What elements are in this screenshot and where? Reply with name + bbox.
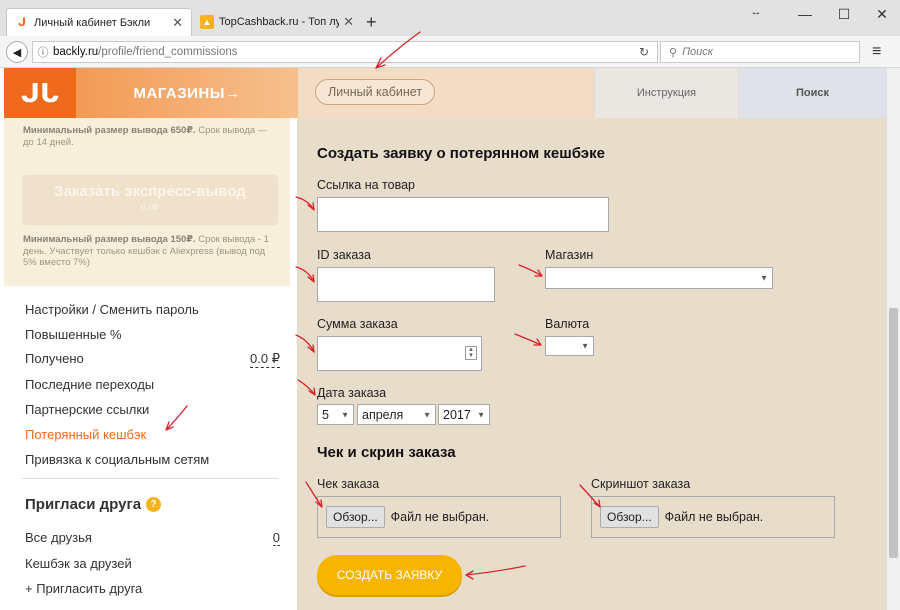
chevron-down-icon: ▼ <box>581 341 589 351</box>
site-search-link[interactable]: Поиск <box>738 68 886 118</box>
back-button[interactable]: ◀ <box>6 41 28 63</box>
close-icon[interactable]: ✕ <box>343 14 354 30</box>
date-year-select[interactable]: 2017 ▼ <box>438 404 490 425</box>
url-path: /profile/friend_commissions <box>98 46 238 58</box>
search-icon: ⚲ <box>669 46 678 59</box>
sidebar-item-boosted[interactable]: Повышенные % <box>25 327 122 342</box>
date-year-value: 2017 <box>443 407 471 422</box>
cabinet-button[interactable]: Личный кабинет <box>315 79 436 105</box>
info-icon[interactable]: ⓘ <box>33 44 53 60</box>
browse-button[interactable]: Обзор... <box>326 506 385 528</box>
chevron-down-icon: ▼ <box>423 410 431 419</box>
sidebar-item-partner-links[interactable]: Партнерские ссылки <box>25 402 149 417</box>
receipt-file-input[interactable]: Обзор... Файл не выбран. <box>317 496 561 538</box>
arrow-left-icon: ◀ <box>12 46 22 59</box>
chevron-down-icon: ▼ <box>477 410 485 419</box>
lost-cashback-form: Создать заявку о потерянном кешбэке Ссыл… <box>297 118 886 610</box>
close-icon[interactable]: ✕ <box>172 15 183 31</box>
min-withdraw-note: Минимальный размер вывода 650₽. Срок выв… <box>23 125 279 148</box>
sidebar-item-recent-clicks[interactable]: Последние переходы <box>25 377 154 392</box>
cabinet-area: Личный кабинет <box>298 68 594 118</box>
order-sum-label: Сумма заказа <box>317 317 398 331</box>
no-file-text: Файл не выбран. <box>664 510 764 524</box>
min-withdraw-bold: Минимальный размер вывода 650₽. <box>23 125 196 136</box>
express-withdraw-amount: 0.0₽ <box>140 202 160 212</box>
resize-icon[interactable]: ↔ <box>746 6 766 18</box>
browser-titlebar: ᒍ Личный кабинет Бэкли ✕ ▲ TopCashback.r… <box>0 0 900 36</box>
order-id-input[interactable] <box>317 267 495 302</box>
tab-topcashback[interactable]: ▲ TopCashback.ru - Топ лу... ✕ <box>192 8 362 36</box>
express-withdraw-button[interactable]: Заказать экспресс-вывод 0.0₽ <box>22 175 278 225</box>
form-title: Создать заявку о потерянном кешбэке <box>317 145 605 162</box>
date-month-value: апреля <box>362 407 404 422</box>
minimize-button[interactable]: — <box>795 6 815 22</box>
instruction-link[interactable]: Инструкция <box>594 68 738 118</box>
sidebar-item-invite-friend[interactable]: + Пригласить друга <box>25 581 142 596</box>
receipt-label: Чек заказа <box>317 477 380 491</box>
site-header: ᒍᒐ МАГАЗИНЫ→ Личный кабинет Инструкция П… <box>4 68 886 118</box>
shop-select[interactable]: ▼ <box>545 267 773 289</box>
sidebar-item-all-friends[interactable]: Все друзья <box>25 530 92 545</box>
currency-select[interactable]: ▼ <box>545 336 594 356</box>
page-scrollbar[interactable] <box>886 68 900 610</box>
url-domain: backly.ru <box>53 46 99 58</box>
sidebar-item-received[interactable]: Получено <box>25 351 84 366</box>
search-placeholder: Поиск <box>682 46 713 58</box>
screenshot-label: Скриншот заказа <box>591 477 691 491</box>
received-value[interactable]: 0.0 ₽ <box>250 351 280 368</box>
chevron-down-icon: ▼ <box>341 410 349 419</box>
sidebar-item-lost-cashback[interactable]: Потерянный кешбэк <box>25 427 146 442</box>
close-window-button[interactable]: ✕ <box>872 6 892 23</box>
create-request-button[interactable]: СОЗДАТЬ ЗАЯВКУ <box>317 555 462 595</box>
min-withdraw-note: Минимальный размер вывода 150₽. Срок выв… <box>23 234 279 269</box>
browse-button[interactable]: Обзор... <box>600 506 659 528</box>
product-link-input[interactable] <box>317 197 609 232</box>
invite-title: Пригласи друга <box>25 496 142 513</box>
date-day-value: 5 <box>322 407 329 422</box>
url-bar[interactable]: ⓘ backly.ru /profile/friend_commissions … <box>32 41 658 63</box>
sidebar-item-friends-cashback[interactable]: Кешбэк за друзей <box>25 556 132 571</box>
chevron-down-icon: ▼ <box>760 273 768 283</box>
reload-icon[interactable]: ↻ <box>639 45 649 59</box>
backly-logo[interactable]: ᒍᒐ <box>4 68 76 118</box>
order-sum-input[interactable]: ▴ ▾ <box>317 336 482 371</box>
shops-link[interactable]: МАГАЗИНЫ→ <box>76 68 298 118</box>
new-tab-button[interactable]: + <box>366 12 377 33</box>
order-date-label: Дата заказа <box>317 386 387 400</box>
help-icon[interactable]: ? <box>146 497 162 512</box>
tab-backly[interactable]: ᒍ Личный кабинет Бэкли ✕ <box>6 8 192 36</box>
all-friends-count[interactable]: 0 <box>272 530 280 546</box>
no-file-text: Файл не выбран. <box>390 510 490 524</box>
tab-title: TopCashback.ru - Топ лу... <box>219 16 340 28</box>
maximize-button[interactable]: ☐ <box>834 6 854 23</box>
shopping-bag-icon: ▲ <box>200 15 214 29</box>
express-withdraw-label: Заказать экспресс-вывод <box>54 183 246 200</box>
sidebar: Минимальный размер вывода 650₽. Срок выв… <box>4 118 290 610</box>
order-id-label: ID заказа <box>317 248 371 262</box>
shop-label: Магазин <box>545 248 594 262</box>
scrollbar-thumb[interactable] <box>889 308 898 558</box>
withdraw-panel: Минимальный размер вывода 650₽. Срок выв… <box>4 118 290 286</box>
hamburger-menu-icon[interactable]: ≡ <box>872 43 881 61</box>
sidebar-item-social-binding[interactable]: Привязка к социальным сетям <box>25 452 209 467</box>
browser-search-input[interactable]: ⚲ Поиск <box>660 41 860 63</box>
stepper-icon[interactable]: ▴ ▾ <box>465 346 477 360</box>
sidebar-item-settings[interactable]: Настройки / Сменить пароль <box>25 302 199 317</box>
invite-friend-heading: Пригласи друга ? <box>25 496 162 513</box>
currency-label: Валюта <box>545 317 590 331</box>
screenshot-file-input[interactable]: Обзор... Файл не выбран. <box>591 496 835 538</box>
date-month-select[interactable]: апреля ▼ <box>357 404 436 425</box>
min-withdraw-bold: Минимальный размер вывода 150₽. <box>23 234 196 245</box>
product-link-label: Ссылка на товар <box>317 178 415 192</box>
backly-favicon-icon: ᒍ <box>17 17 27 29</box>
tab-title: Личный кабинет Бэкли <box>34 16 151 29</box>
browser-navbar: ◀ ⓘ backly.ru /profile/friend_commission… <box>0 36 900 68</box>
date-day-select[interactable]: 5 ▼ <box>317 404 354 425</box>
sidebar-divider <box>22 478 278 479</box>
receipt-section-title: Чек и скрин заказа <box>317 444 456 461</box>
